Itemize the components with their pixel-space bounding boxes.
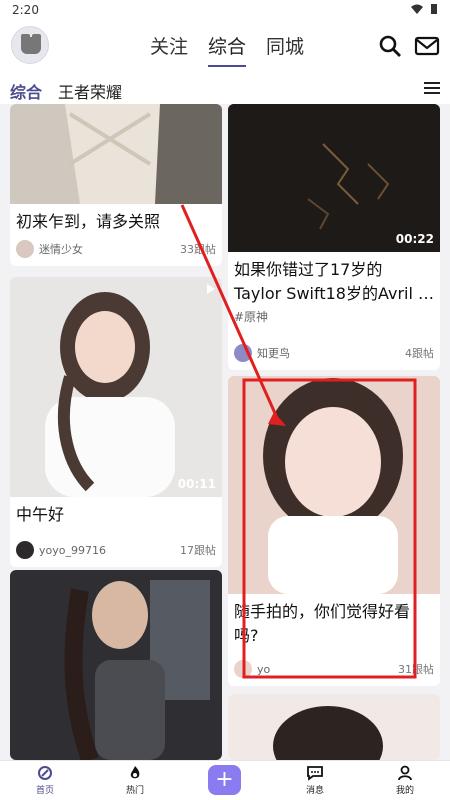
nav-me[interactable]: 我的 bbox=[375, 765, 435, 796]
nav-messages-label: 消息 bbox=[305, 786, 324, 796]
nav-home-label: 首页 bbox=[35, 786, 54, 796]
reply-count: 4跟帖 bbox=[405, 347, 434, 360]
post-photo bbox=[10, 570, 222, 760]
post-title: 如果你错过了17岁的 Taylor Swift18岁的Avril … bbox=[234, 260, 435, 303]
post-photo bbox=[228, 694, 440, 760]
post-card[interactable] bbox=[10, 570, 222, 760]
video-duration: 00:22 bbox=[395, 232, 434, 246]
post-meta: 迷情少女 33跟帖 bbox=[16, 240, 216, 258]
post-title: 中午好 bbox=[16, 505, 65, 524]
author-avatar[interactable] bbox=[16, 240, 34, 258]
video-play-icon bbox=[207, 284, 215, 294]
create-post-button[interactable]: + bbox=[208, 765, 241, 795]
mail-icon[interactable] bbox=[414, 34, 440, 58]
author-name[interactable]: 知更鸟 bbox=[257, 345, 405, 361]
post-meta: yo 31跟帖 bbox=[234, 660, 434, 678]
author-avatar[interactable] bbox=[16, 541, 34, 559]
user-icon bbox=[398, 765, 412, 781]
system-icons bbox=[410, 3, 438, 15]
home-icon bbox=[38, 766, 52, 780]
search-icon[interactable] bbox=[378, 34, 402, 58]
author-name[interactable]: yoyo_99716 bbox=[39, 544, 180, 557]
reply-count: 17跟帖 bbox=[180, 544, 216, 557]
reply-count: 31跟帖 bbox=[398, 663, 434, 676]
author-name[interactable]: 迷情少女 bbox=[39, 241, 180, 257]
nav-hot-label: 热门 bbox=[125, 786, 144, 796]
video-duration: 00:11 bbox=[177, 477, 216, 491]
reply-count: 33跟帖 bbox=[180, 243, 216, 256]
post-card[interactable]: 00:22 如果你错过了17岁的 Taylor Swift18岁的Avril …… bbox=[228, 104, 440, 370]
author-avatar[interactable] bbox=[234, 660, 252, 678]
post-video: 00:11 bbox=[10, 277, 222, 497]
nav-messages[interactable]: 消息 bbox=[285, 765, 345, 796]
bottom-navigation: 首页 热门 + 消息 我的 bbox=[0, 760, 450, 800]
tab-follow[interactable]: 关注 bbox=[150, 32, 188, 59]
nav-hot[interactable]: 热门 bbox=[105, 765, 165, 796]
post-card[interactable]: 随手拍的，你们觉得好看吗? yo 31跟帖 bbox=[228, 376, 440, 686]
post-meta: 知更鸟 4跟帖 bbox=[234, 344, 434, 362]
main-tabs: 关注 综合 同城 bbox=[150, 32, 304, 67]
subtab-honor-of-kings[interactable]: 王者荣耀 bbox=[58, 79, 122, 103]
status-bar: 2:20 bbox=[0, 0, 450, 20]
post-title: 初来乍到，请多关照 bbox=[16, 212, 161, 231]
avatar-face bbox=[21, 37, 41, 54]
tab-general[interactable]: 综合 bbox=[208, 32, 247, 67]
tab-local[interactable]: 同城 bbox=[266, 32, 304, 59]
post-image bbox=[228, 694, 440, 760]
top-bar: 关注 综合 同城 bbox=[0, 20, 450, 72]
menu-icon[interactable] bbox=[424, 82, 440, 94]
user-avatar[interactable] bbox=[11, 26, 49, 64]
post-feed: 初来乍到，请多关照 迷情少女 33跟帖 00:22 如果你错过了17岁的 Tay… bbox=[0, 104, 450, 760]
fire-icon bbox=[130, 766, 140, 779]
sub-tabs: 综合 王者荣耀 bbox=[0, 72, 450, 104]
post-card[interactable] bbox=[228, 694, 440, 760]
battery-icon bbox=[431, 4, 437, 14]
subtab-general[interactable]: 综合 bbox=[10, 79, 42, 103]
nav-me-label: 我的 bbox=[395, 786, 414, 796]
status-time: 2:20 bbox=[12, 3, 39, 17]
top-actions bbox=[378, 34, 440, 58]
post-video: 00:22 bbox=[228, 104, 440, 252]
wifi-icon bbox=[411, 4, 423, 14]
author-avatar[interactable] bbox=[234, 344, 252, 362]
post-image bbox=[10, 104, 222, 204]
post-title: 随手拍的，你们觉得好看吗? bbox=[234, 602, 411, 645]
video-thumbnail bbox=[228, 104, 440, 252]
post-card[interactable]: 00:11 中午好 yoyo_99716 17跟帖 bbox=[10, 277, 222, 567]
post-photo bbox=[228, 376, 440, 594]
nav-home[interactable]: 首页 bbox=[15, 765, 75, 796]
post-image bbox=[228, 376, 440, 594]
post-photo bbox=[10, 104, 222, 204]
post-meta: yoyo_99716 17跟帖 bbox=[16, 541, 216, 559]
author-name[interactable]: yo bbox=[257, 663, 398, 676]
post-card[interactable]: 初来乍到，请多关照 迷情少女 33跟帖 bbox=[10, 104, 222, 266]
post-image bbox=[10, 570, 222, 760]
post-topic-tag[interactable]: #原神 bbox=[228, 306, 440, 325]
chat-icon bbox=[307, 766, 323, 781]
video-thumbnail bbox=[10, 277, 222, 497]
